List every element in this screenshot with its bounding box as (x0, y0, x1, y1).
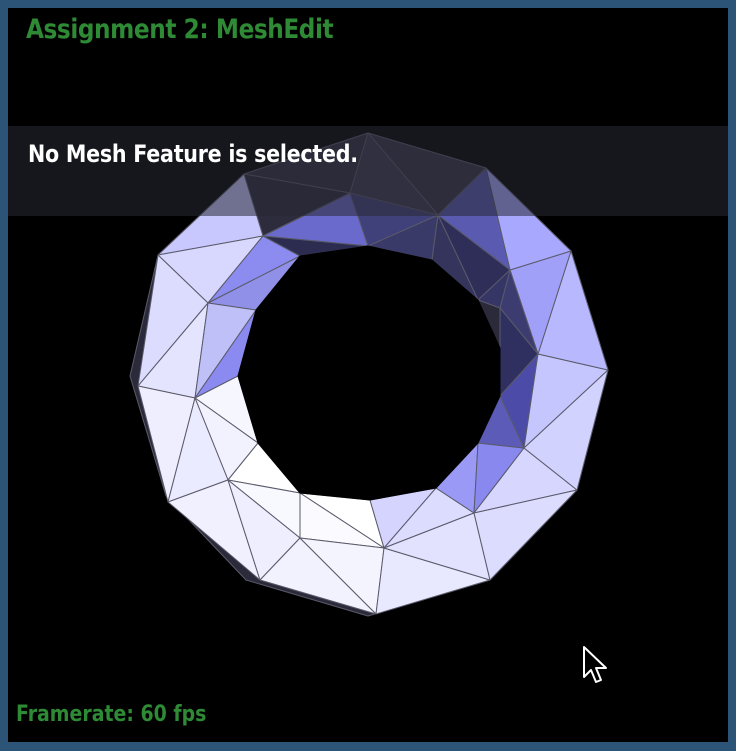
app-title: Assignment 2: MeshEdit (26, 14, 334, 45)
arrow-cursor-icon (583, 646, 607, 683)
mesh-viewport[interactable]: Assignment 2: MeshEdit No Mesh Feature i… (8, 8, 728, 742)
framerate-readout: Framerate: 60 fps (16, 702, 207, 727)
torus-mesh[interactable] (8, 8, 728, 742)
window-frame: Assignment 2: MeshEdit No Mesh Feature i… (0, 0, 736, 751)
selection-info-message: No Mesh Feature is selected. (28, 140, 358, 168)
